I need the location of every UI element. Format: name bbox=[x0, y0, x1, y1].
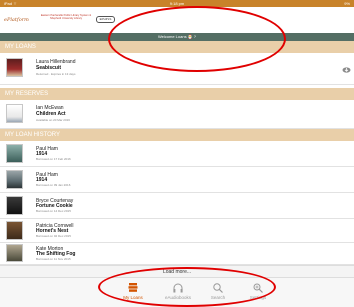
book-title: Children Act bbox=[36, 111, 66, 117]
book-cover bbox=[6, 196, 23, 215]
reserve-row[interactable]: Ian McEwan Children Act Available on 20 … bbox=[0, 100, 354, 129]
book-cover bbox=[6, 244, 23, 262]
borrow-date: Borrowed on 14 Dec 2015 bbox=[36, 209, 71, 213]
loan-status: Returned · Expires in 13 days bbox=[36, 72, 76, 76]
book-title: Seabiscuit bbox=[36, 65, 62, 71]
section-my-reserves: MY RESERVES bbox=[0, 88, 354, 100]
borrow-date: Borrowed on 17 Feb 2016 bbox=[36, 157, 71, 161]
history-row[interactable]: Patricia Cornwell Hornet's Nest Borrowed… bbox=[0, 219, 354, 243]
book-cover bbox=[6, 170, 23, 189]
history-row[interactable]: Kate Morton The Shifting Fog Borrowed on… bbox=[0, 243, 354, 265]
library-tagline: Eastern Panhandle Public Library System … bbox=[40, 14, 92, 21]
book-cover bbox=[6, 144, 23, 163]
cloud-download-icon[interactable] bbox=[342, 66, 351, 73]
history-row[interactable]: Paul Ham 1914 Borrowed on 09 Jan 2016 bbox=[0, 167, 354, 193]
history-row[interactable]: Paul Ham 1914 Borrowed on 17 Feb 2016 bbox=[0, 141, 354, 167]
borrow-date: Borrowed on 09 Jan 2016 bbox=[36, 183, 71, 187]
book-cover bbox=[6, 104, 23, 123]
partner-logo: EPHPLS bbox=[96, 16, 115, 23]
brand-logo: ePlatform bbox=[4, 17, 29, 23]
section-my-loan-history: MY LOAN HISTORY bbox=[0, 129, 354, 141]
book-cover bbox=[6, 221, 23, 240]
history-row[interactable]: Bryce Courtenay Fortune Cookie Borrowed … bbox=[0, 193, 354, 219]
book-cover bbox=[6, 58, 23, 77]
annotation-ellipse-bottom bbox=[98, 267, 276, 307]
borrow-date: Borrowed on 11 Nov 2015 bbox=[36, 257, 71, 261]
reserve-status: Available on 20 Mar 2016 bbox=[36, 118, 70, 122]
battery-level: 9% bbox=[344, 1, 350, 6]
annotation-ellipse-top bbox=[108, 6, 286, 72]
borrow-date: Borrowed on 02 Dec 2015 bbox=[36, 234, 71, 238]
